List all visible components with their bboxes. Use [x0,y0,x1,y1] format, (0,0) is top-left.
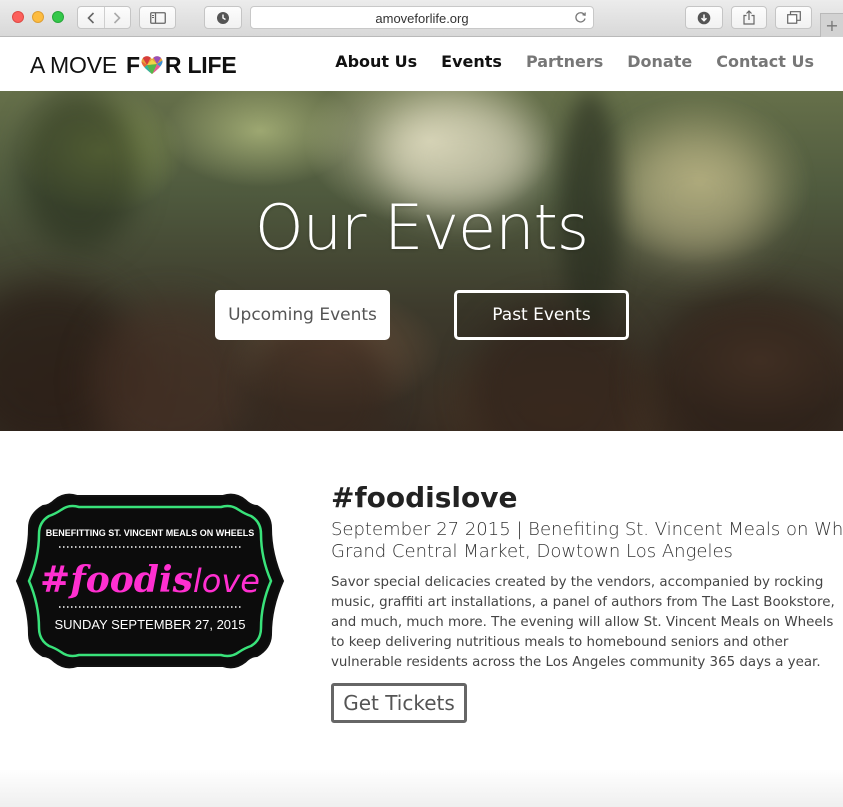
hero-bokeh [650,291,843,431]
page-bottom-shade [0,769,843,807]
site-logo[interactable]: A MOVE F R LIFE [30,52,237,78]
close-window-button[interactable] [12,11,24,23]
event-listing: BENEFITTING ST. VINCENT MEALS ON WHEELS … [0,431,843,807]
event-venue-line: Grand Central Market, Dowtown Los Angele… [331,541,733,562]
share-icon [743,10,755,25]
tab-overview-button[interactable] [775,6,812,29]
nav-partners[interactable]: Partners [526,52,603,71]
past-events-button[interactable]: Past Events [454,290,629,340]
event-poster[interactable]: BENEFITTING ST. VINCENT MEALS ON WHEELS … [15,484,285,678]
fullscreen-window-button[interactable] [52,11,64,23]
tabs-icon [786,11,801,24]
upcoming-events-button[interactable]: Upcoming Events [215,290,390,340]
hero-banner: Our Events Upcoming Events Past Events [0,91,843,431]
poster-top-text: BENEFITTING ST. VINCENT MEALS ON WHEELS [46,528,255,538]
page-title: Our Events [254,191,589,264]
share-button[interactable] [731,6,767,29]
back-icon [87,11,95,24]
downloads-button[interactable] [685,6,723,29]
forward-icon [114,11,122,24]
poster-hashtag: #foodislove [40,559,260,601]
history-button[interactable] [204,6,242,29]
back-forward-group [77,6,131,29]
back-button[interactable] [78,7,104,28]
history-icon [217,11,229,24]
sidebar-button[interactable] [139,6,176,29]
logo-text-part2: F [126,51,140,78]
nav-donate[interactable]: Donate [627,52,692,71]
nav-events[interactable]: Events [441,52,502,71]
reload-icon[interactable] [574,11,587,24]
event-date-line: September 27 2015 | Benefiting St. Vince… [331,519,843,540]
new-tab-button[interactable]: + [820,13,843,37]
site-header: A MOVE F R LIFE About Us Events Partners [0,37,843,91]
forward-button[interactable] [103,7,130,28]
minimize-window-button[interactable] [32,11,44,23]
nav-contact-us[interactable]: Contact Us [716,52,814,71]
logo-text-part1: A MOVE [30,51,117,78]
heart-logo-icon [141,56,163,75]
event-description: Savor special delicacies created by the … [331,575,835,670]
main-nav: About Us Events Partners Donate Contact … [311,52,814,71]
get-tickets-button[interactable]: Get Tickets [331,683,467,723]
event-title: #foodislove [331,481,518,514]
logo-text-part3: R LIFE [164,51,237,78]
browser-toolbar: amoveforlife.org + [0,0,843,37]
address-bar[interactable]: amoveforlife.org [250,6,594,29]
download-icon [697,11,711,24]
url-text: amoveforlife.org [375,11,469,26]
sidebar-icon [149,11,166,24]
poster-bottom-text: SUNDAY SEPTEMBER 27, 2015 [55,617,246,632]
nav-about-us[interactable]: About Us [335,52,417,71]
